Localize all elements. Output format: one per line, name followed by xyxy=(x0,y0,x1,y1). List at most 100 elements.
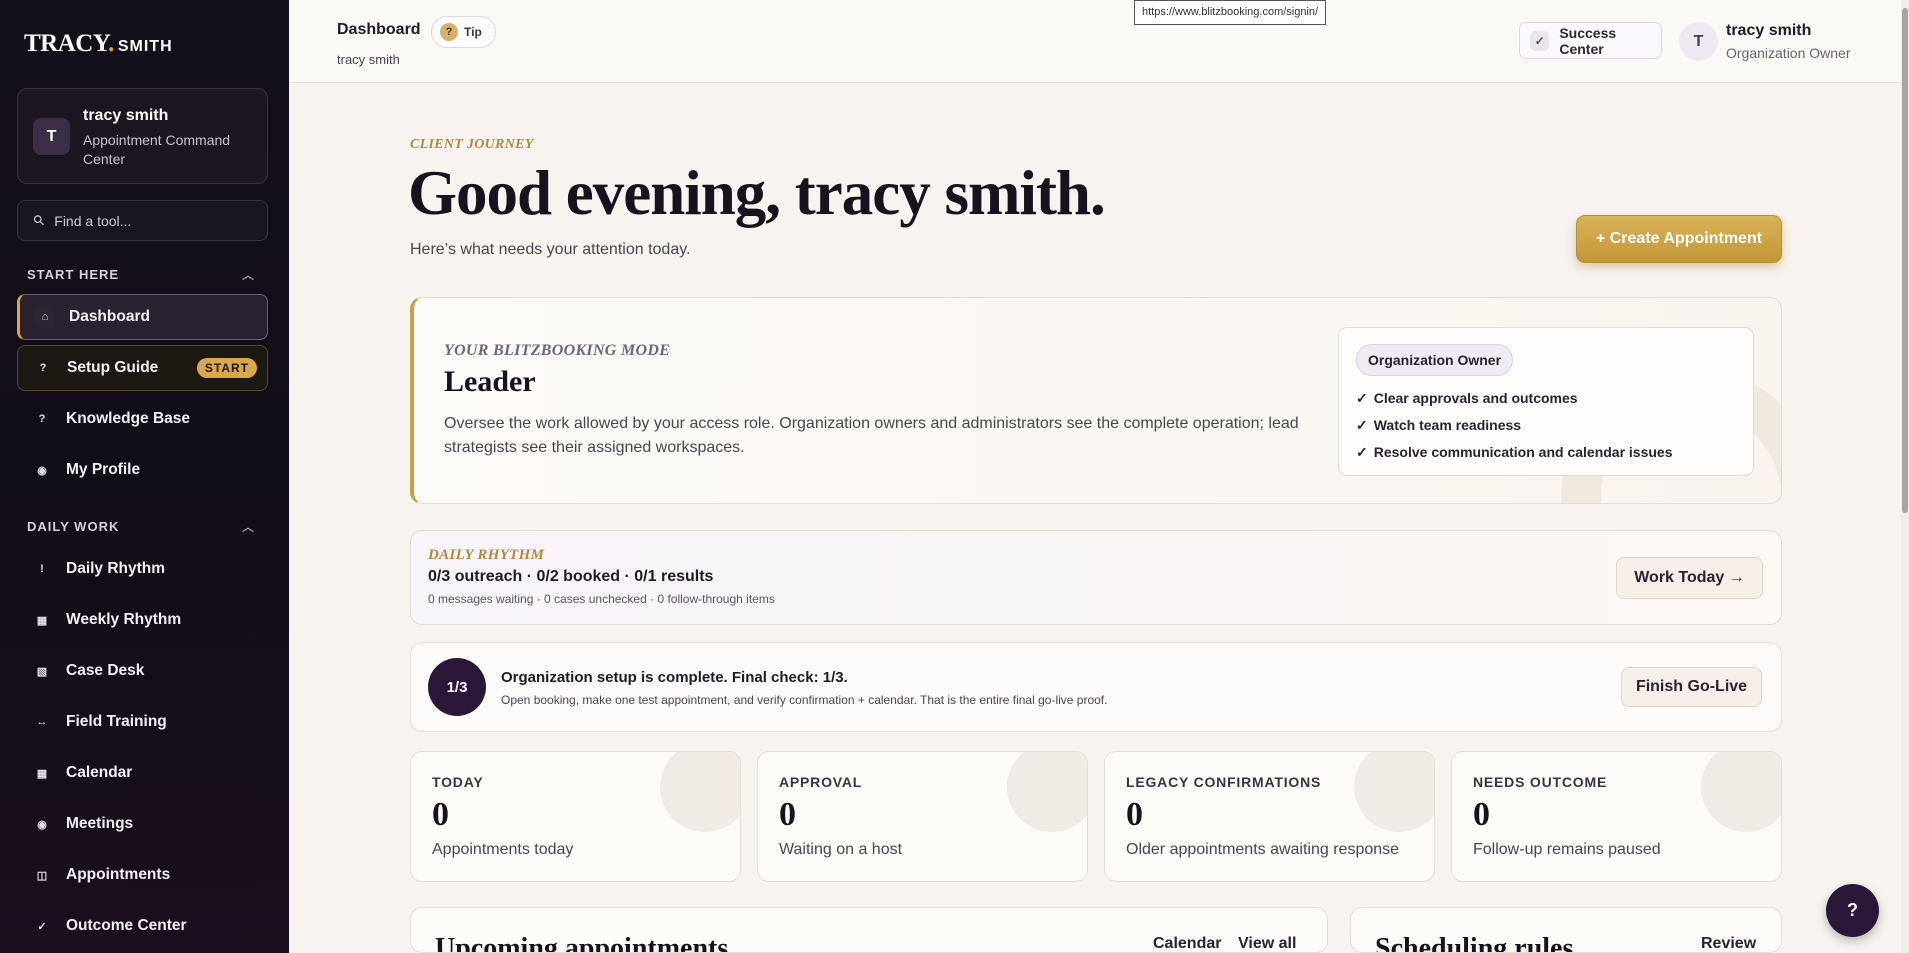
nav-label: Appointments xyxy=(66,866,171,883)
stat-card-needs-outcome[interactable]: NEEDS OUTCOME 0 Follow-up remains paused xyxy=(1451,751,1782,882)
user-role: Organization Owner xyxy=(1726,45,1851,61)
calendar-link[interactable]: Calendar xyxy=(1153,935,1221,952)
stat-description: Older appointments awaiting response xyxy=(1126,841,1400,858)
role-pill: Organization Owner xyxy=(1356,344,1514,376)
nav-label: Outcome Center xyxy=(66,917,187,934)
review-link[interactable]: Review xyxy=(1701,935,1756,952)
help-button[interactable]: ? xyxy=(1826,884,1879,937)
nav-setup-guide[interactable]: ? Setup Guide START xyxy=(17,345,268,391)
section-start-here: START HERE xyxy=(27,267,120,282)
mode-description: Oversee the work allowed by your access … xyxy=(444,415,1299,456)
home-icon: ⌂ xyxy=(35,307,55,327)
create-appointment-button[interactable]: + Create Appointment xyxy=(1576,215,1782,263)
upcoming-title: Upcoming appointments xyxy=(435,933,729,953)
stat-value: 0 xyxy=(1473,796,1490,833)
chevron-up-icon[interactable]: ︿ xyxy=(242,266,254,283)
stat-value: 0 xyxy=(1126,796,1143,833)
role-point-text: Resolve communication and calendar issue… xyxy=(1373,444,1673,460)
greeting-eyebrow: CLIENT JOURNEY xyxy=(410,137,534,152)
calendar-icon: ▦ xyxy=(36,767,48,780)
tip-button[interactable]: ? Tip xyxy=(431,16,496,48)
nav-my-profile[interactable]: ◉ My Profile xyxy=(17,447,268,493)
nav-case-desk[interactable]: ▧ Case Desk xyxy=(17,648,268,694)
tip-label: Tip xyxy=(464,25,482,39)
rules-title: Scheduling rules xyxy=(1375,933,1574,953)
app-logo[interactable]: TRACY. SMITH xyxy=(24,30,173,58)
check-icon: ✓ xyxy=(37,920,47,933)
stat-value: 0 xyxy=(779,796,796,833)
stat-label: TODAY xyxy=(432,774,484,790)
alert-icon: ! xyxy=(40,563,44,575)
nav-daily-rhythm[interactable]: ! Daily Rhythm xyxy=(17,546,268,592)
nav-outcome-center[interactable]: ✓ Outcome Center xyxy=(17,903,268,949)
nav-field-training[interactable]: ↔ Field Training xyxy=(17,699,268,745)
role-point: ✓ Clear approvals and outcomes xyxy=(1356,390,1578,407)
org-card[interactable]: T tracy smith Appointment Command Center xyxy=(17,88,268,184)
role-point: ✓ Resolve communication and calendar issu… xyxy=(1356,444,1673,461)
work-today-button[interactable]: Work Today → xyxy=(1616,557,1763,599)
nav-weekly-rhythm[interactable]: ▦ Weekly Rhythm xyxy=(17,597,268,643)
tool-search[interactable]: ⚲ xyxy=(17,200,268,241)
arrows-icon: ↔ xyxy=(36,716,48,728)
org-name: tracy smith xyxy=(83,107,169,124)
stat-description: Follow-up remains paused xyxy=(1473,841,1661,858)
nav-label: Field Training xyxy=(66,713,167,730)
stat-card-approval[interactable]: APPROVAL 0 Waiting on a host xyxy=(757,751,1088,882)
tool-search-input[interactable] xyxy=(54,212,245,229)
stat-card-today[interactable]: TODAY 0 Appointments today xyxy=(410,751,741,882)
role-point-text: Clear approvals and outcomes xyxy=(1373,390,1578,406)
scrollbar-thumb[interactable] xyxy=(1902,8,1908,513)
stat-description: Appointments today xyxy=(432,841,574,858)
view-all-link[interactable]: View all xyxy=(1238,935,1296,952)
check-icon: ✓ xyxy=(1356,444,1368,460)
decorative-circle xyxy=(660,752,740,832)
page-title: Dashboard xyxy=(337,21,421,38)
section-daily-work: DAILY WORK xyxy=(27,519,120,534)
stat-label: APPROVAL xyxy=(779,774,863,790)
nav-label: Calendar xyxy=(66,764,133,781)
meetings-icon: ◉ xyxy=(37,818,47,831)
nav-label: Dashboard xyxy=(69,308,150,325)
finish-go-live-button[interactable]: Finish Go-Live xyxy=(1621,667,1762,707)
appointments-icon: ◫ xyxy=(36,869,48,882)
decorative-circle xyxy=(1354,752,1434,832)
check-icon: ✓ xyxy=(1530,30,1550,51)
question-icon: ? xyxy=(440,23,458,41)
nav-knowledge-base[interactable]: ? Knowledge Base xyxy=(17,396,268,442)
user-avatar[interactable]: T xyxy=(1679,22,1718,61)
nav-label: Setup Guide xyxy=(67,359,159,376)
nav-dashboard[interactable]: ⌂ Dashboard xyxy=(17,294,268,340)
question-icon: ? xyxy=(39,362,47,374)
mode-title: Leader xyxy=(444,365,536,398)
question-icon: ? xyxy=(38,413,46,425)
scheduling-rules-card: Scheduling rules Review xyxy=(1350,907,1782,953)
stat-description: Waiting on a host xyxy=(779,841,903,858)
nav-label: Daily Rhythm xyxy=(66,560,166,577)
logo-text: TRACY xyxy=(24,30,109,57)
url-tooltip: https://www.blitzbooking.com/signin/ xyxy=(1134,0,1327,25)
nav-label: Knowledge Base xyxy=(66,410,191,427)
daily-rhythm-card: DAILY RHYTHM 0/3 outreach · 0/2 booked ·… xyxy=(410,530,1782,625)
nav-appointments[interactable]: ◫ Appointments xyxy=(17,852,268,898)
stat-label: NEEDS OUTCOME xyxy=(1473,774,1608,790)
check-icon: ✓ xyxy=(1356,417,1368,433)
logo-dot: . xyxy=(108,30,114,57)
rhythm-eyebrow: DAILY RHYTHM xyxy=(428,547,545,563)
stat-label: LEGACY CONFIRMATIONS xyxy=(1126,774,1322,790)
greeting-title: Good evening, tracy smith. xyxy=(408,158,1106,228)
success-center-button[interactable]: ✓ Success Center xyxy=(1519,22,1662,59)
role-point-text: Watch team readiness xyxy=(1373,417,1522,433)
stat-card-legacy-confirmations[interactable]: LEGACY CONFIRMATIONS 0 Older appointment… xyxy=(1104,751,1435,882)
mode-eyebrow: YOUR BLITZBOOKING MODE xyxy=(444,342,671,359)
page-subtitle: tracy smith xyxy=(337,52,400,67)
grid-icon: ▦ xyxy=(36,614,48,627)
top-bar: Dashboard ? Tip tracy smith https://www.… xyxy=(289,0,1909,83)
nav-calendar[interactable]: ▦ Calendar xyxy=(17,750,268,796)
rhythm-summary: 0/3 outreach · 0/2 booked · 0/1 results xyxy=(428,568,714,585)
role-point: ✓ Watch team readiness xyxy=(1356,417,1521,434)
nav-meetings[interactable]: ◉ Meetings xyxy=(17,801,268,847)
org-avatar: T xyxy=(33,118,70,155)
user-name[interactable]: tracy smith xyxy=(1726,22,1811,40)
chevron-up-icon[interactable]: ︿ xyxy=(242,518,254,535)
nav-label: Weekly Rhythm xyxy=(66,611,182,628)
